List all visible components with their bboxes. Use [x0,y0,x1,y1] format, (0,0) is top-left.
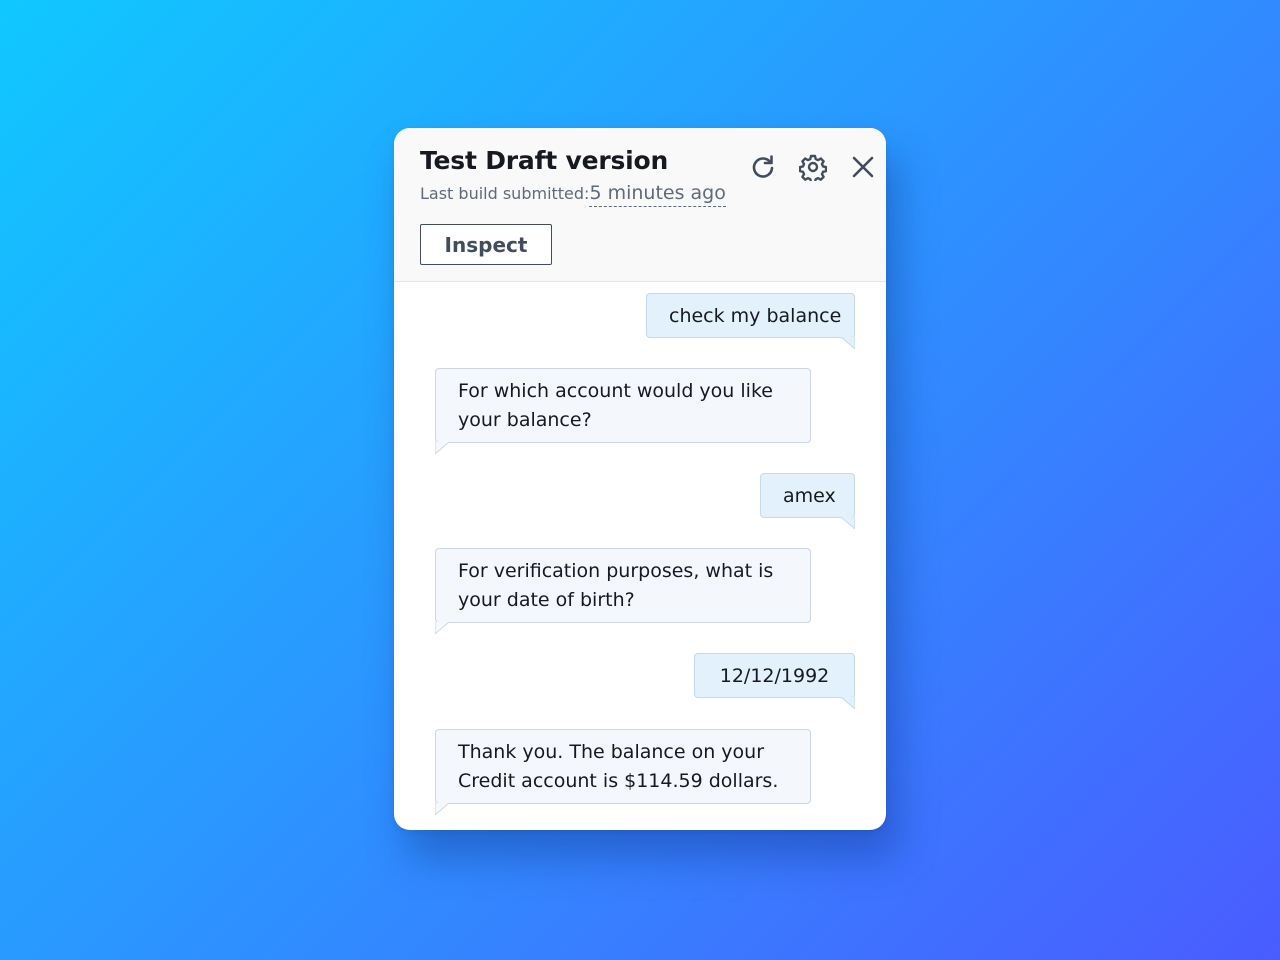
message-text: For which account would you like your ba… [458,380,773,431]
close-button[interactable] [848,152,878,182]
message-text: Thank you. The balance on your Credit ac… [458,741,779,792]
inspect-button[interactable]: Inspect [420,224,552,265]
last-build-label: Last build submitted: [420,184,590,203]
chat-message-user: check my balance [646,293,855,349]
chat-message-bot: For verification purposes, what is your … [435,548,811,634]
chat-message-bot: For which account would you like your ba… [435,368,811,454]
bubble-tail [435,803,449,815]
message-text: For verification purposes, what is your … [458,560,774,611]
last-build-time[interactable]: 5 minutes ago [589,182,726,207]
chat-message-user: amex [760,473,855,529]
message-text: check my balance [669,305,842,327]
last-build-info: Last build submitted:5 minutes ago [420,182,726,207]
gear-icon [799,154,827,181]
bubble-tail [435,442,449,454]
test-chat-panel: Test Draft version Last build submitted:… [394,128,886,830]
refresh-icon [752,155,774,178]
bubble-tail [841,697,855,709]
message-text: 12/12/1992 [719,665,830,687]
panel-title: Test Draft version [420,146,669,175]
chat-message-user: 12/12/1992 [694,653,855,709]
settings-button[interactable] [798,152,828,182]
chat-message-bot: Thank you. The balance on your Credit ac… [435,729,811,815]
close-icon [852,156,874,178]
bubble-tail [841,517,855,529]
bubble-tail [841,337,855,349]
bubble-tail [435,622,449,634]
message-text: amex [783,485,836,507]
refresh-button[interactable] [748,152,778,182]
panel-header: Test Draft version Last build submitted:… [394,128,886,282]
